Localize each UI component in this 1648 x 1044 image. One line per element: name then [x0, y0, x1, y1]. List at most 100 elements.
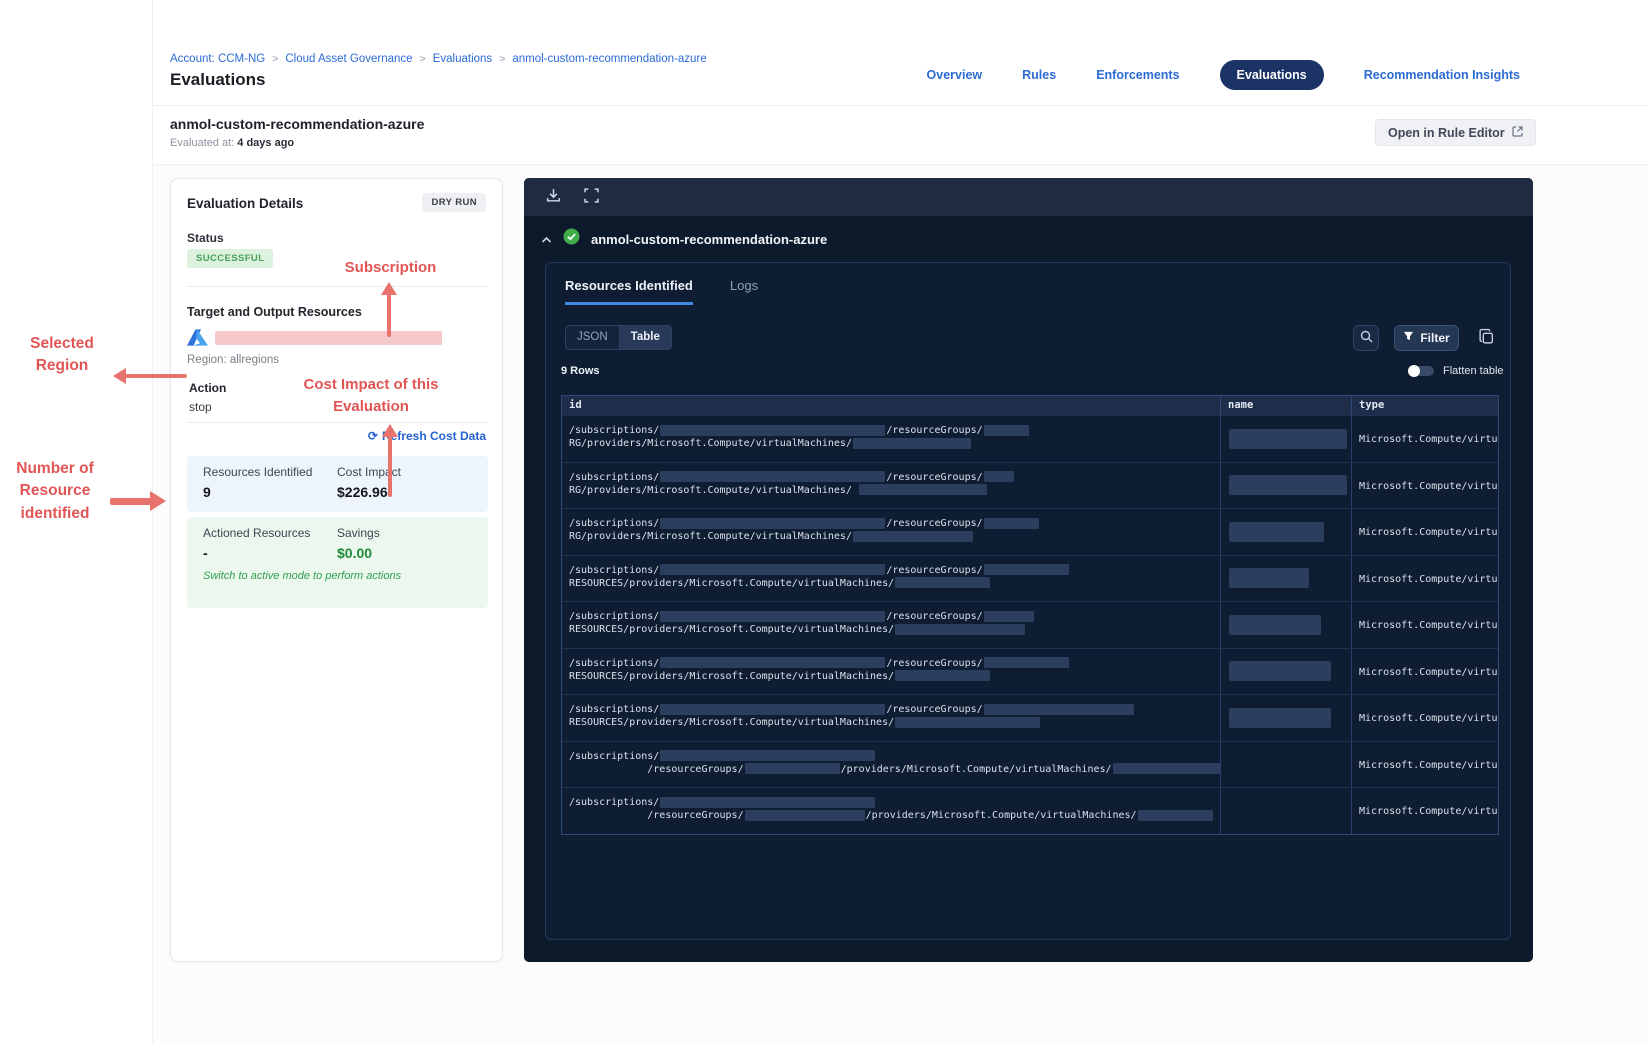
- redacted-block: [1137, 809, 1213, 821]
- external-link-icon: [1512, 125, 1523, 140]
- name-cell: [1221, 695, 1352, 741]
- id-cell: /subscriptions/ /resourceGroups/RESOURCES…: [562, 695, 1221, 741]
- collapse-button[interactable]: [541, 232, 552, 247]
- path-text: RG/providers/Microsoft.Compute/virtualMa…: [569, 531, 852, 542]
- path-text: /resourceGroups/: [569, 763, 744, 775]
- tab-resources-identified[interactable]: Resources Identified: [565, 278, 693, 305]
- download-button[interactable]: [545, 187, 562, 207]
- path-text: /resourceGroups/: [569, 810, 744, 821]
- redacted-block: [895, 716, 1041, 728]
- redacted-block: [660, 610, 886, 622]
- redacted-block: [983, 657, 1069, 668]
- table-row: /subscriptions/ /resourceGroups/RESOURCES…: [562, 647, 1498, 694]
- view-mode-table[interactable]: Table: [618, 326, 671, 349]
- open-rule-editor-button[interactable]: Open in Rule Editor: [1375, 119, 1536, 146]
- name-cell: [1221, 462, 1352, 508]
- savings-label: Savings: [337, 526, 380, 540]
- selected-region-arrow-line: [124, 374, 187, 378]
- path-text: /resourceGroups/: [886, 471, 983, 483]
- redacted-block: [852, 437, 971, 449]
- path-text: /resourceGroups/: [886, 611, 983, 622]
- breadcrumb-separator: >: [272, 53, 279, 65]
- redacted-block: [660, 750, 876, 761]
- table-row: /subscriptions/ /resourceGroups/RG/provid…: [562, 415, 1498, 462]
- path-text: /subscriptions/: [569, 471, 660, 483]
- divider: [187, 286, 488, 287]
- table-row: /subscriptions/ /resourceGroups/RESOURCES…: [562, 694, 1498, 741]
- type-cell: Microsoft.Compute/virtu: [1359, 666, 1498, 678]
- view-mode-json[interactable]: JSON: [566, 326, 619, 349]
- name-cell: [1221, 741, 1352, 787]
- breadcrumb-evaluations[interactable]: Evaluations: [433, 53, 492, 65]
- results-tabs: Resources Identified Logs: [565, 278, 758, 305]
- path-text: /providers/Microsoft.Compute/virtualMach…: [865, 810, 1137, 821]
- nav-evaluations[interactable]: Evaluations: [1219, 60, 1324, 90]
- top-nav: Overview Rules Enforcements Evaluations …: [927, 60, 1520, 90]
- id-line: /subscriptions/ /resourceGroups/: [569, 517, 1212, 530]
- nav-recommendation-insights[interactable]: Recommendation Insights: [1364, 68, 1520, 82]
- filter-icon: [1403, 331, 1414, 345]
- toggle-icon: [1408, 365, 1434, 377]
- id-cell: /subscriptions/ /resourceGroups/RESOURCES…: [562, 648, 1221, 694]
- evaluated-at-label: Evaluated at:: [170, 137, 235, 149]
- id-line: RESOURCES/providers/Microsoft.Compute/vi…: [569, 716, 1212, 729]
- nav-overview[interactable]: Overview: [927, 68, 983, 82]
- type-cell: Microsoft.Compute/virtu: [1359, 620, 1498, 631]
- breadcrumb-cloud-asset-governance[interactable]: Cloud Asset Governance: [285, 53, 412, 65]
- path-text: /subscriptions/: [569, 425, 660, 436]
- redacted-block: [660, 471, 886, 482]
- refresh-icon: ⟳: [367, 429, 378, 443]
- path-text: /subscriptions/: [569, 518, 660, 529]
- resources-cost-box: Resources Identified 9 Cost Impact $226.…: [187, 456, 488, 512]
- results-toolbar: [524, 178, 1533, 216]
- nav-rules[interactable]: Rules: [1022, 68, 1056, 82]
- flatten-table-toggle[interactable]: Flatten table: [1408, 365, 1504, 377]
- subscription-arrow-line: [387, 293, 391, 337]
- results-panel: anmol-custom-recommendation-azure Resour…: [524, 178, 1533, 962]
- subheader-divider: [152, 164, 1648, 165]
- results-table: id name type /subscriptions//resourceGro…: [561, 395, 1499, 835]
- name-cell: [1221, 788, 1352, 834]
- redacted-block: [983, 703, 1134, 715]
- breadcrumb-account[interactable]: Account: CCM-NG: [170, 53, 265, 65]
- chevron-up-icon: [541, 232, 552, 247]
- fullscreen-icon: [584, 188, 599, 206]
- nav-enforcements[interactable]: Enforcements: [1096, 68, 1179, 82]
- results-table-header: id name type: [562, 396, 1498, 415]
- fullscreen-button[interactable]: [584, 188, 599, 206]
- search-icon: [1360, 330, 1373, 346]
- breadcrumb-evaluation-name[interactable]: anmol-custom-recommendation-azure: [512, 53, 706, 65]
- id-line: RESOURCES/providers/Microsoft.Compute/vi…: [569, 670, 1212, 683]
- redacted-block: [660, 424, 886, 436]
- redacted-block: [983, 564, 1069, 575]
- redacted-block: [858, 484, 987, 495]
- actioned-resources-value: -: [203, 545, 208, 561]
- tab-logs[interactable]: Logs: [730, 278, 758, 305]
- id-line: /subscriptions/ /resourceGroups/: [569, 471, 1212, 484]
- copy-button[interactable]: [1474, 326, 1498, 350]
- table-row: /subscriptions/ /resourceGroups/ /provide…: [562, 740, 1498, 787]
- redacted-block: [1229, 707, 1331, 728]
- name-cell: [1221, 509, 1352, 555]
- active-mode-note: Switch to active mode to perform actions: [203, 570, 402, 582]
- filter-button[interactable]: Filter: [1394, 325, 1459, 351]
- results-evaluation-title: anmol-custom-recommendation-azure: [591, 231, 828, 247]
- redacted-block: [895, 577, 991, 588]
- divider: [187, 422, 488, 423]
- search-button[interactable]: [1353, 325, 1379, 351]
- resources-arrow-line: [110, 498, 152, 505]
- results-inner-card: Resources Identified Logs JSON Table Fil…: [545, 262, 1511, 940]
- breadcrumb-separator: >: [499, 53, 506, 65]
- breadcrumb-separator: >: [419, 53, 426, 65]
- id-cell: /subscriptions/ /resourceGroups/ /provide…: [562, 788, 1221, 834]
- redacted-block: [744, 763, 840, 774]
- rows-count: 9 Rows: [561, 365, 600, 377]
- column-header-id: id: [562, 396, 1221, 415]
- type-cell: Microsoft.Compute/virtu: [1359, 759, 1498, 771]
- breadcrumb: Account: CCM-NG > Cloud Asset Governance…: [170, 53, 707, 65]
- redacted-block: [1229, 475, 1347, 496]
- id-line: /resourceGroups/ /providers/Microsoft.Com…: [569, 763, 1220, 776]
- redacted-block: [983, 610, 1034, 622]
- redacted-block: [1229, 568, 1309, 589]
- action-value: stop: [189, 400, 212, 414]
